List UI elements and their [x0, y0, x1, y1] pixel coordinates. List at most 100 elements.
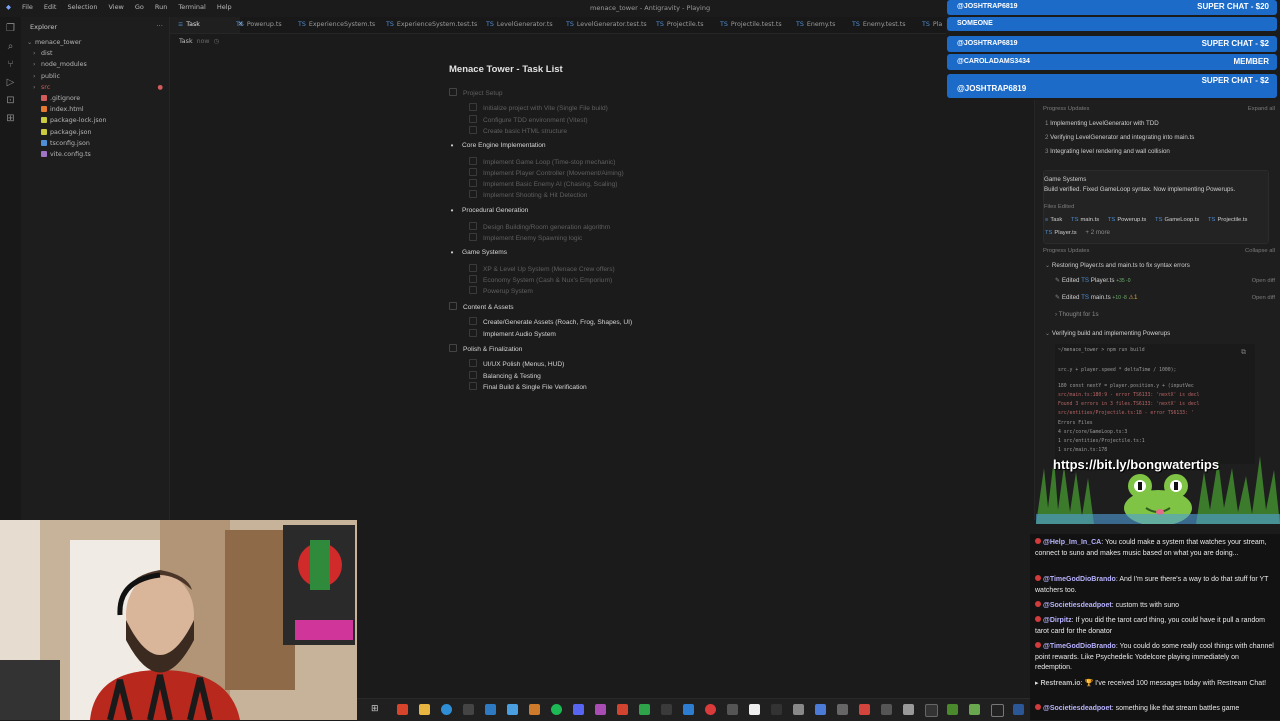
section-content-assets[interactable]: Content & Assets — [449, 302, 514, 311]
menu-go[interactable]: Go — [135, 3, 144, 11]
progress-step[interactable]: ⌄ Verifying build and implementing Power… — [1045, 330, 1170, 337]
tree-item-public[interactable]: › public — [21, 71, 169, 82]
file-chip[interactable]: TS Powerup.ts — [1108, 217, 1146, 223]
app-icon[interactable] — [639, 704, 650, 715]
tab-level-generator-test[interactable]: TS LevelGenerator.test.ts — [566, 17, 647, 33]
task-item[interactable]: Initialize project with Vite (Single Fil… — [469, 103, 608, 112]
menu-terminal[interactable]: Terminal — [178, 3, 205, 11]
app-icon[interactable] — [969, 704, 980, 715]
menu-help[interactable]: Help — [217, 3, 232, 11]
app-icon[interactable] — [881, 704, 892, 715]
app-icon[interactable] — [661, 704, 672, 715]
search-icon[interactable]: ⌕ — [5, 41, 16, 52]
app-icon[interactable] — [793, 704, 804, 715]
thought-row[interactable]: › Thought for 1s — [1055, 311, 1099, 318]
checkbox[interactable] — [469, 233, 477, 241]
terminal-icon[interactable] — [463, 704, 474, 715]
app-icon[interactable] — [903, 704, 914, 715]
task-item[interactable]: Final Build & Single File Verification — [469, 382, 587, 391]
app-icon[interactable] — [617, 704, 628, 715]
task-item[interactable]: Implement Audio System — [469, 329, 556, 338]
app-icon[interactable] — [705, 704, 716, 715]
task-item[interactable]: Create/Generate Assets (Roach, Frog, Sha… — [469, 317, 632, 326]
section-core-engine[interactable]: Core Engine Implementation — [448, 141, 546, 149]
menu-view[interactable]: View — [108, 3, 123, 11]
section-game-systems[interactable]: Game Systems — [448, 248, 507, 256]
chrome-icon[interactable] — [397, 704, 408, 715]
task-item[interactable]: XP & Level Up System (Menace Crew offers… — [469, 264, 615, 273]
checkbox[interactable] — [469, 382, 477, 390]
file-chip[interactable]: TS main.ts — [1071, 217, 1099, 223]
file-chip[interactable]: ≡ Task — [1045, 217, 1062, 223]
app-icon[interactable] — [815, 704, 826, 715]
task-item[interactable]: Implement Shooting & Hit Detection — [469, 190, 587, 199]
app-icon[interactable] — [749, 704, 760, 715]
expand-all-button[interactable]: Expand all — [1248, 106, 1275, 112]
file-chip[interactable]: TS GameLoop.ts — [1155, 217, 1199, 223]
tree-item-src[interactable]: › src ● — [21, 82, 169, 93]
extensions-icon[interactable]: ⊞ — [5, 113, 16, 124]
spotify-icon[interactable] — [551, 704, 562, 715]
task-item[interactable]: Implement Game Loop (Time-stop mechanic) — [469, 157, 615, 166]
checkbox[interactable] — [469, 103, 477, 111]
tree-item-package-lock[interactable]: package-lock.json — [21, 115, 169, 126]
task-item[interactable]: Implement Basic Enemy AI (Chasing, Scali… — [469, 179, 618, 188]
tree-item-gitignore[interactable]: .gitignore — [21, 93, 169, 104]
menu-run[interactable]: Run — [155, 3, 167, 11]
edit-row[interactable]: ✎ Edited TS main.ts +10 -8 ⚠1 — [1055, 294, 1137, 301]
checkbox[interactable] — [469, 157, 477, 165]
section-project-setup[interactable]: Project Setup — [449, 88, 503, 97]
tree-item-index-html[interactable]: index.html — [21, 104, 169, 115]
checkbox[interactable] — [469, 190, 477, 198]
checkbox[interactable] — [469, 179, 477, 187]
file-chip[interactable]: TS Player.ts — [1045, 230, 1077, 236]
task-item[interactable]: Powerup System — [469, 286, 533, 295]
tab-projectile[interactable]: TS Projectile.ts — [656, 17, 704, 33]
tab-experience-system-test[interactable]: TS ExperienceSystem.test.ts — [386, 17, 477, 33]
menu-selection[interactable]: Selection — [67, 3, 97, 11]
app-icon[interactable] — [1013, 704, 1024, 715]
discord-icon[interactable] — [573, 704, 584, 715]
app-icon[interactable] — [837, 704, 848, 715]
collapse-all-button[interactable]: Collapse all — [1245, 248, 1275, 254]
progress-step[interactable]: 2 Verifying LevelGenerator and integrati… — [1045, 134, 1194, 141]
app-icon[interactable] — [925, 704, 938, 717]
app-icon[interactable] — [727, 704, 738, 715]
app-icon[interactable] — [991, 704, 1004, 717]
progress-step[interactable]: 3 Integrating level rendering and wall c… — [1045, 148, 1170, 155]
app-icon[interactable] — [859, 704, 870, 715]
task-item[interactable]: Implement Player Controller (Movement/Ai… — [469, 168, 624, 177]
checkbox[interactable] — [469, 222, 477, 230]
task-item[interactable]: Implement Enemy Spawning logic — [469, 233, 582, 242]
checkbox[interactable] — [469, 126, 477, 134]
progress-step[interactable]: 1 Implementing LevelGenerator with TDD — [1045, 120, 1159, 127]
app-icon[interactable] — [683, 704, 694, 715]
tree-item-dist[interactable]: › dist — [21, 48, 169, 59]
tab-player[interactable]: TS Pla — [922, 17, 942, 33]
menu-file[interactable]: File — [22, 3, 33, 11]
task-item[interactable]: Configure TDD environment (Vitest) — [469, 115, 588, 124]
tab-enemy-test[interactable]: TS Enemy.test.ts — [852, 17, 906, 33]
checkbox[interactable] — [449, 302, 457, 310]
checkbox[interactable] — [449, 344, 457, 352]
tab-powerup[interactable]: TS Powerup.ts — [236, 17, 282, 33]
checkbox[interactable] — [449, 88, 457, 96]
files-icon[interactable]: ❐ — [5, 23, 16, 34]
checkbox[interactable] — [469, 115, 477, 123]
photos-icon[interactable] — [529, 704, 540, 715]
tree-root[interactable]: ⌄ menace_tower — [21, 37, 169, 48]
menu-edit[interactable]: Edit — [44, 3, 57, 11]
tab-experience-system[interactable]: TS ExperienceSystem.ts — [298, 17, 375, 33]
checkbox[interactable] — [469, 371, 477, 379]
remote-icon[interactable]: ⊡ — [5, 95, 16, 106]
checkbox[interactable] — [469, 275, 477, 283]
task-item[interactable]: Create basic HTML structure — [469, 126, 567, 135]
explorer-icon[interactable] — [507, 704, 518, 715]
tree-item-tsconfig[interactable]: tsconfig.json — [21, 138, 169, 149]
more-icon[interactable]: ··· — [156, 22, 163, 30]
file-chip[interactable]: TS Projectile.ts — [1208, 217, 1247, 223]
task-item[interactable]: Design Building/Room generation algorith… — [469, 222, 610, 231]
tree-item-node-modules[interactable]: › node_modules — [21, 59, 169, 70]
breadcrumb-label[interactable]: Task — [179, 38, 193, 45]
open-diff-button[interactable]: Open diff — [1252, 278, 1275, 284]
